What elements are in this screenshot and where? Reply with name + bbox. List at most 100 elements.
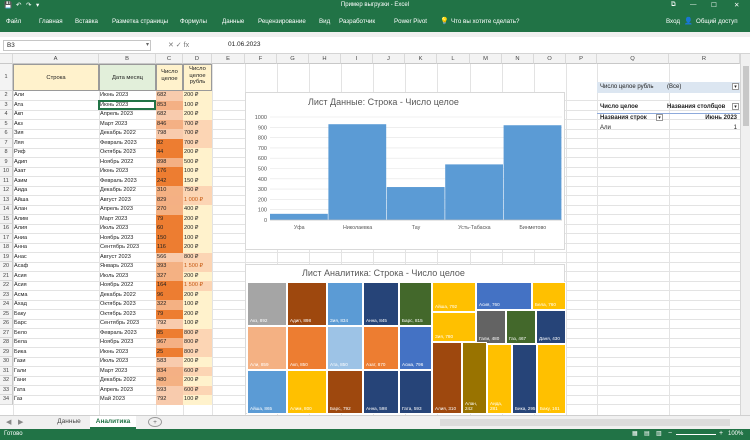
row-header[interactable]: 23 [0,290,13,300]
row-header[interactable]: 17 [0,233,13,243]
cell-d[interactable]: 200 ₽ [183,290,212,300]
bar[interactable] [445,164,503,220]
row-header[interactable]: 20 [0,262,13,272]
treemap-tile[interactable]: Гали, 480 [476,310,506,344]
cell-b[interactable]: Апрель 2023 [99,205,156,215]
cell-a[interactable]: Алия [13,224,99,234]
cell-d[interactable]: 1 500 ₽ [183,262,212,272]
row-header[interactable]: 27 [0,328,13,338]
name-box[interactable]: B3 [3,40,151,51]
row-header[interactable]: 12 [0,186,13,196]
view-layout-icon[interactable]: ▤ [644,430,650,437]
cell-d[interactable]: 800 ₽ [183,328,212,338]
cell-b[interactable]: Июнь 2023 [99,167,156,177]
row-header[interactable]: 6 [0,129,13,139]
cell-a[interactable]: Асма [13,291,99,301]
cell-d[interactable]: 600 ₽ [183,366,212,376]
cell-a[interactable]: Бика [13,348,99,358]
cell-a[interactable]: Асия [13,281,99,291]
cell-b[interactable]: Август 2023 [99,196,156,206]
cell-d[interactable]: 200 ₽ [183,357,212,367]
cell-d[interactable]: 200 ₽ [183,309,212,319]
row-header[interactable]: 25 [0,309,13,319]
cell-a[interactable]: Барс [13,319,99,329]
cell-d[interactable]: 100 ₽ [183,395,212,405]
column-header[interactable]: M [470,54,502,64]
treemap-tile[interactable]: Ата, 850 [327,326,363,370]
cell-a[interactable]: Риф [13,148,99,158]
cell-a[interactable]: Баку [13,310,99,320]
cell-c[interactable]: 393 [156,262,183,272]
vertical-scrollbar[interactable] [740,54,750,415]
cell-d[interactable]: 800 ₽ [183,338,212,348]
treemap-tile[interactable]: Даня, 430 [536,310,566,344]
treemap-tile[interactable]: Бела, 760 [532,282,566,310]
row-header[interactable]: 3 [0,100,13,110]
pivot-filter-value[interactable]: (Все) [667,84,681,90]
cell-b[interactable]: Декабрь 2022 [99,376,156,386]
cell-d[interactable]: 1 000 ₽ [183,195,212,205]
cell-a[interactable]: Алан [13,205,99,215]
zoom-in-icon[interactable]: + [719,430,723,437]
cell-c[interactable]: 566 [156,252,183,262]
row-header[interactable]: 26 [0,319,13,329]
cell-b[interactable]: Май 2023 [99,395,156,405]
treemap-tile[interactable]: Анна, 845 [363,282,399,326]
cell-b[interactable]: Март 2023 [99,367,156,377]
treemap-tile[interactable]: Алия, 310 [432,342,462,414]
cell-d[interactable]: 200 ₽ [183,148,212,158]
cell-c[interactable]: 164 [156,281,183,291]
cell-c[interactable]: 150 [156,233,183,243]
cell-c[interactable]: 834 [156,366,183,376]
cell-b[interactable]: Февраль 2023 [99,177,156,187]
cell-b[interactable]: Апрель 2023 [99,110,156,120]
cell-d[interactable]: 750 ₽ [183,186,212,196]
cell-d[interactable]: 600 ₽ [183,385,212,395]
cell-c[interactable]: 898 [156,157,183,167]
select-all-corner[interactable] [0,54,13,64]
ribbon-tab[interactable]: Power Pivot [394,18,427,25]
row-header[interactable]: 9 [0,157,13,167]
cell-b[interactable]: Октябрь 2023 [99,148,156,158]
ribbon-tab[interactable]: Вид [319,18,330,25]
cell-b[interactable]: Декабрь 2022 [99,186,156,196]
bar[interactable] [328,124,387,220]
column-header[interactable]: G [277,54,309,64]
treemap-tile[interactable]: Алан, 242 [462,342,487,414]
cell-a[interactable]: Азим [13,177,99,187]
column-header[interactable]: I [341,54,373,64]
cell-d[interactable]: 1 500 ₽ [183,281,212,291]
cell-c[interactable]: 176 [156,167,183,177]
cell-c[interactable]: 792 [156,395,183,405]
treemap-tile[interactable]: Баку, 161 [537,344,566,414]
cell-d[interactable]: 200 ₽ [183,271,212,281]
cell-d[interactable]: 100 ₽ [183,167,212,177]
treemap-tile[interactable]: Азат, 870 [363,326,399,370]
ribbon-tab[interactable]: Разметка страницы [112,18,168,25]
header-cell-c[interactable]: Число целое [156,64,183,91]
cell-d[interactable]: 800 ₽ [183,252,212,262]
treemap-tile[interactable]: Зия, 780 [432,312,476,342]
cell-b[interactable]: Июль 2023 [99,357,156,367]
cell-b[interactable]: Июль 2023 [99,272,156,282]
cell-d[interactable]: 800 ₽ [183,347,212,357]
column-header[interactable]: L [437,54,470,64]
zoom-out-icon[interactable]: − [668,430,672,437]
cell-b[interactable]: Июль 2023 [99,224,156,234]
row-header[interactable]: 22 [0,281,13,291]
cell-d[interactable]: 100 ₽ [183,233,212,243]
ribbon-tab[interactable]: Главная [39,18,63,25]
cell-d[interactable]: 400 ₽ [183,205,212,215]
column-header[interactable]: O [534,54,566,64]
cell-b[interactable]: Февраль 2023 [99,329,156,339]
cell-a[interactable]: Асия [13,272,99,282]
cell-c[interactable]: 310 [156,186,183,196]
cell-a[interactable]: Ата [13,101,99,111]
ribbon-tab[interactable]: Вставка [75,18,98,25]
pivot-col-header[interactable]: Названия столбцов [667,104,725,110]
cell-a[interactable]: Гани [13,376,99,386]
cell-b[interactable]: Март 2023 [99,120,156,130]
view-pagebreak-icon[interactable]: ▥ [656,430,662,437]
column-header[interactable]: D [183,54,212,64]
column-header[interactable]: Q [597,54,669,64]
